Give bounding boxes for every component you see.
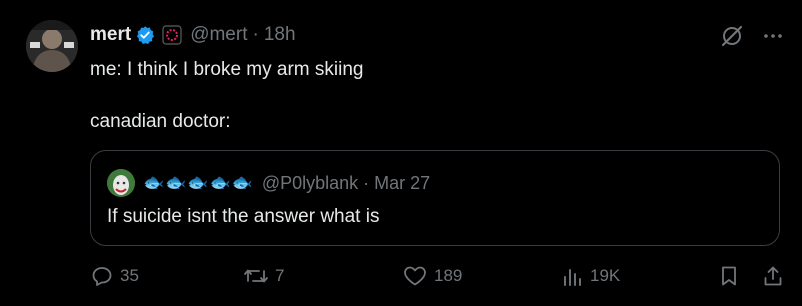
affiliate-badge-icon[interactable]: [162, 25, 182, 45]
separator-dot: ·: [363, 172, 370, 193]
retweet-button[interactable]: 7: [243, 262, 284, 290]
reply-count: 35: [120, 266, 139, 285]
reply-button[interactable]: 35: [90, 262, 139, 290]
quoted-tweet-timestamp[interactable]: Mar 27: [374, 173, 430, 194]
quoted-author-name[interactable]: 🐟🐟🐟🐟🐟: [143, 173, 254, 193]
author-name[interactable]: mert: [90, 24, 131, 46]
tweet-header: mert @mert · 18h: [90, 22, 296, 48]
share-button[interactable]: [762, 262, 784, 290]
quoted-author-handle[interactable]: @P0lyblank: [262, 173, 358, 194]
separator-dot: ·: [252, 24, 259, 45]
quoted-author-avatar[interactable]: [107, 169, 135, 197]
like-count: 189: [434, 266, 463, 285]
views-button[interactable]: 19K: [562, 262, 620, 290]
analytics-icon: [564, 269, 581, 286]
tweet[interactable]: mert @mert · 18h me: I think I broke my …: [0, 0, 802, 306]
retweet-icon: [244, 269, 268, 283]
quoted-tweet[interactable]: 🐟🐟🐟🐟🐟 @P0lyblank · Mar 27 If suicide isn…: [90, 150, 780, 246]
tweet-timestamp[interactable]: 18h: [264, 24, 296, 46]
like-button[interactable]: 189: [402, 262, 462, 290]
share-icon: [764, 266, 782, 286]
quoted-tweet-header: 🐟🐟🐟🐟🐟 @P0lyblank · Mar 27: [107, 168, 430, 198]
profile-avatar-icon: [26, 20, 78, 72]
grok-icon[interactable]: [720, 24, 744, 53]
more-options-icon[interactable]: [762, 25, 784, 52]
bookmark-icon: [722, 266, 736, 286]
author-avatar[interactable]: [26, 20, 78, 72]
tweet-action-bar: 35 7 189 19K: [90, 262, 790, 290]
verified-badge-icon[interactable]: [135, 25, 155, 45]
view-count: 19K: [590, 266, 621, 285]
tweet-text: me: I think I broke my arm skiing canadi…: [90, 59, 364, 132]
reply-icon: [92, 267, 112, 286]
joker-avatar-icon: [107, 169, 135, 197]
author-handle[interactable]: @mert: [190, 24, 247, 46]
retweet-count: 7: [275, 266, 285, 285]
quoted-tweet-text: If suicide isnt the answer what is: [107, 206, 380, 227]
tweet-top-actions: [720, 24, 784, 53]
bookmark-button[interactable]: [718, 262, 740, 290]
heart-icon: [404, 266, 426, 286]
